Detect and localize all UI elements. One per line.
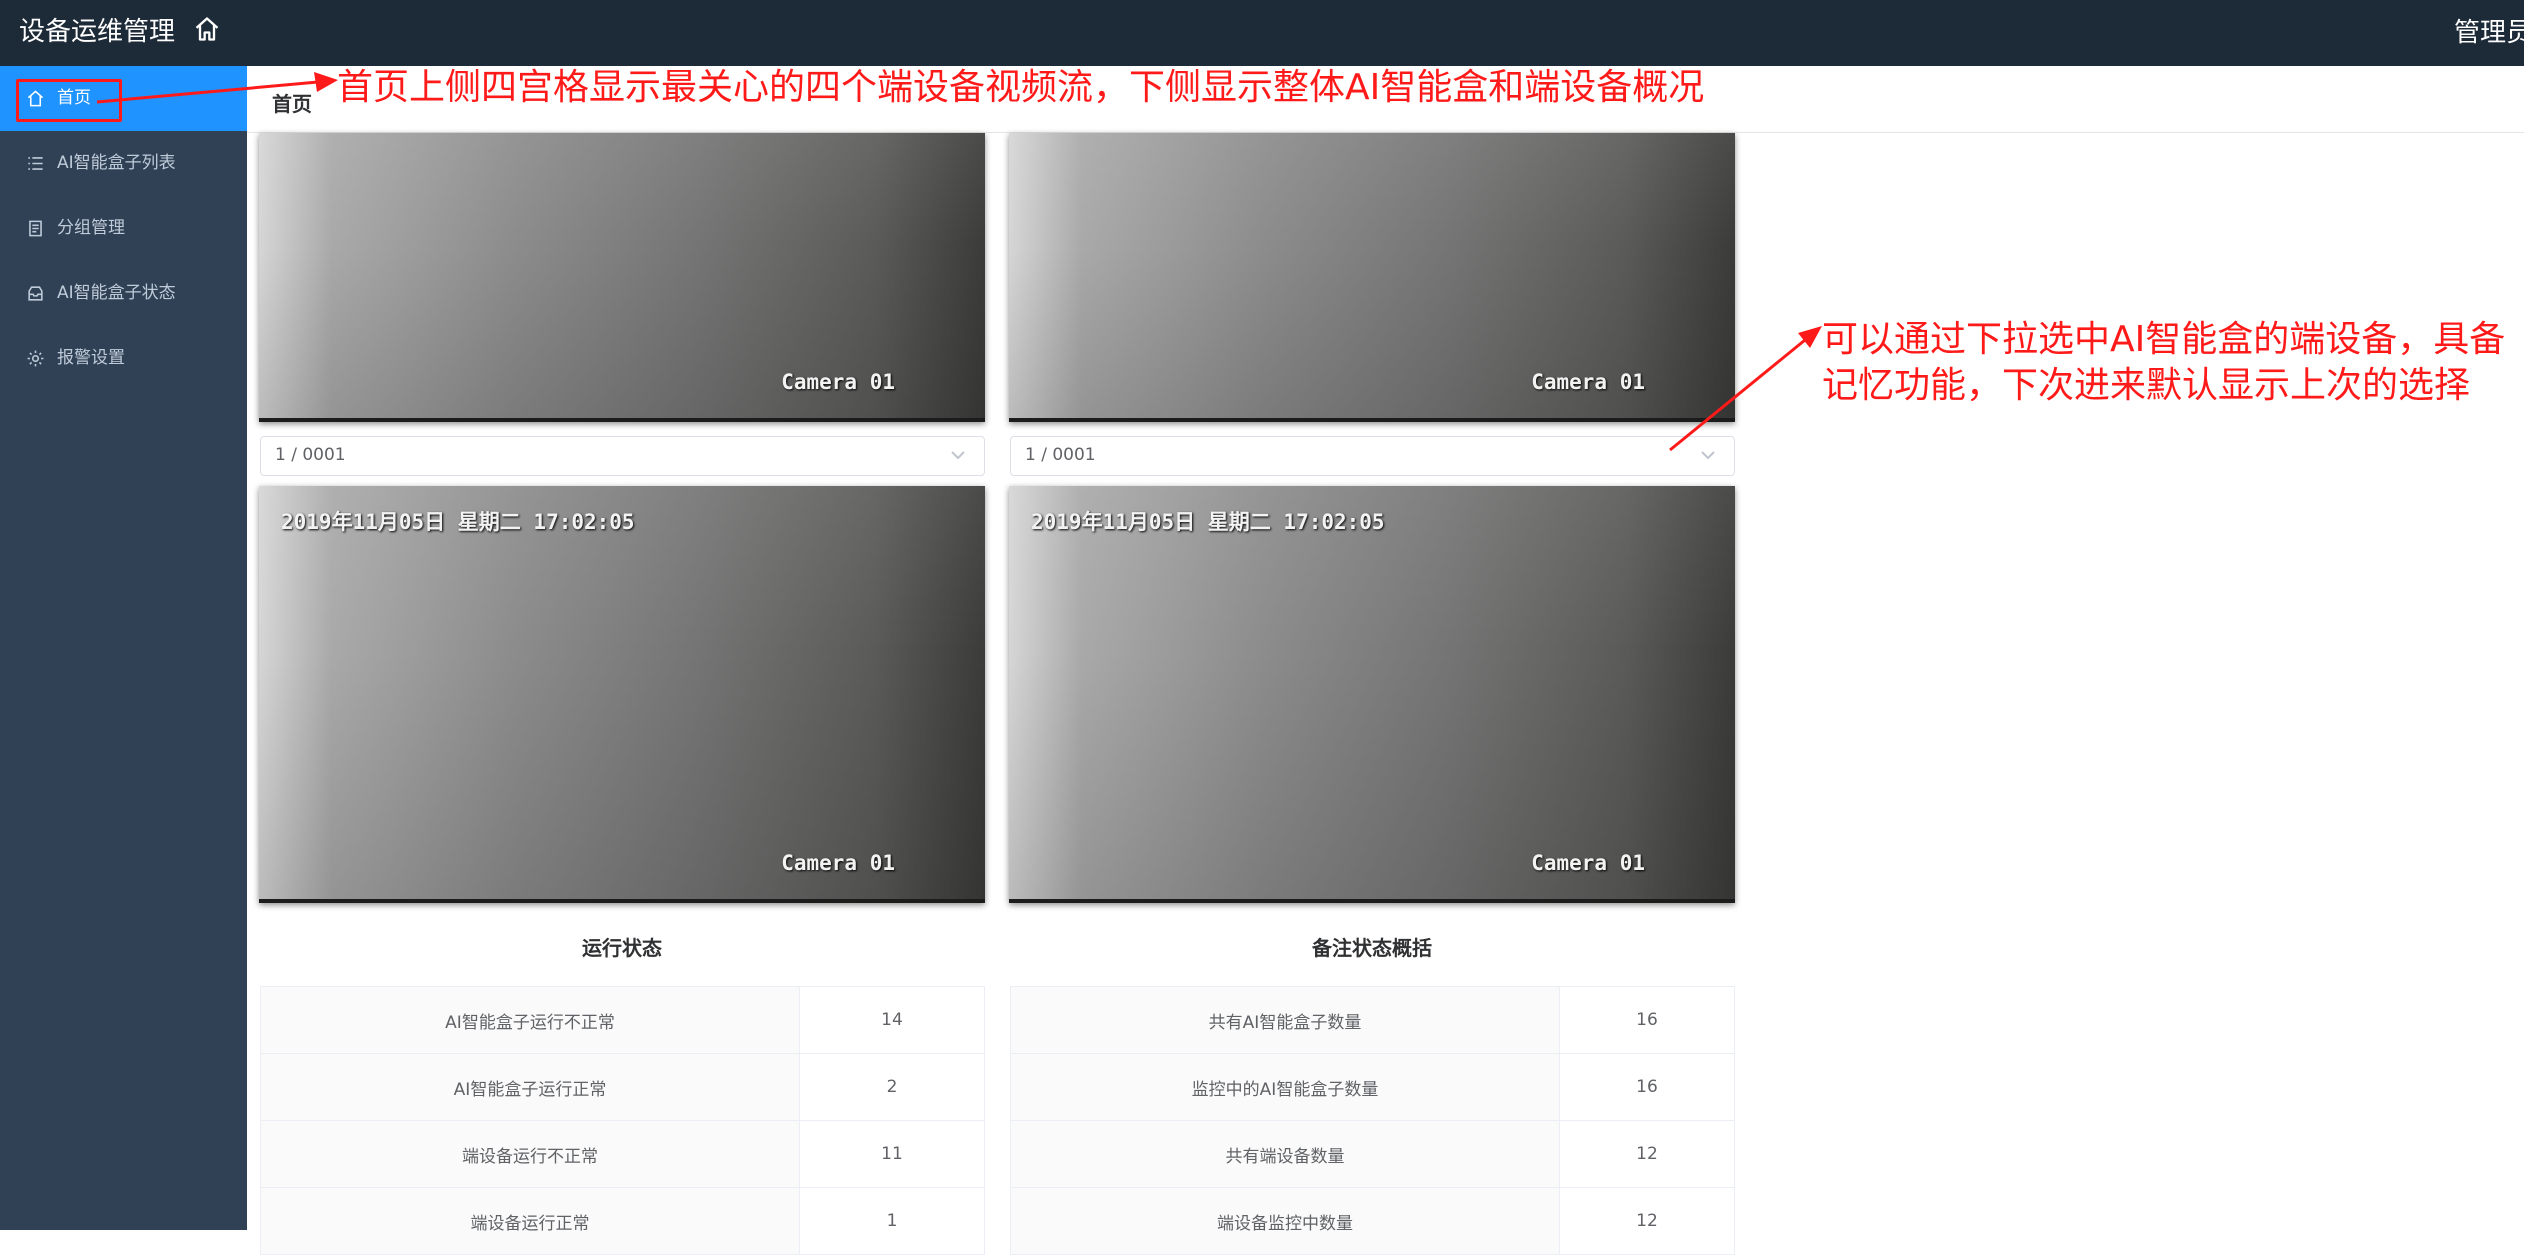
- annotation-arrow-head: [314, 72, 338, 92]
- video-timestamp: 2019年11月05日 星期二 17:02:05: [1031, 510, 1385, 534]
- camera-label: Camera 01: [781, 370, 895, 394]
- video-timestamp: 2019年11月05日 星期二 17:02:05: [281, 510, 635, 534]
- annotation-arrows: [96, 72, 1822, 452]
- camera-label: Camera 01: [1531, 370, 1645, 394]
- camera-label: Camera 01: [781, 851, 895, 875]
- annotation-arrow-line: [1669, 338, 1806, 452]
- camera-label: Camera 01: [1531, 851, 1645, 875]
- annotation-arrow-line: [96, 80, 319, 104]
